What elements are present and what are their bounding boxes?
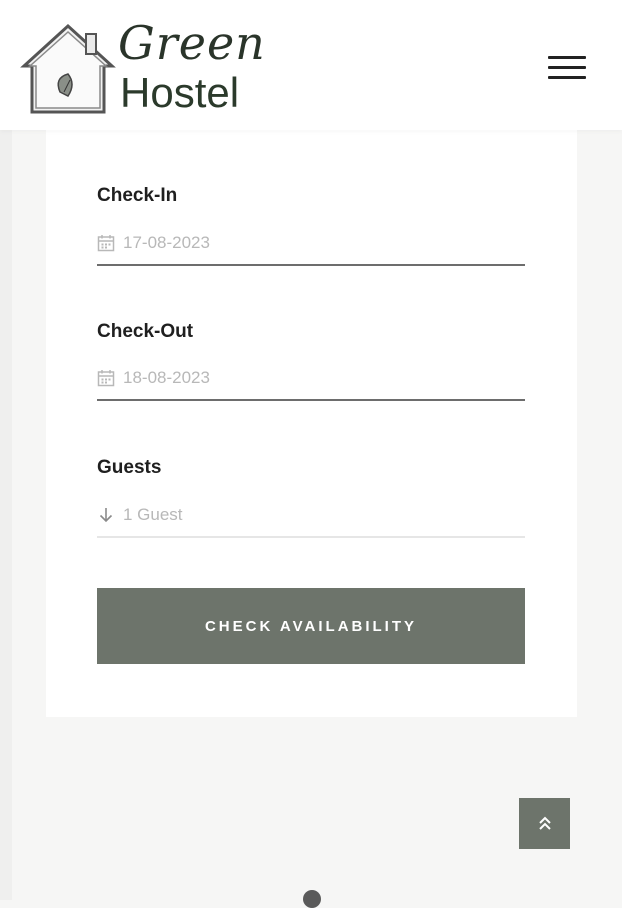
back-to-top-button[interactable]: [519, 798, 570, 849]
check-availability-button[interactable]: CHECK AVAILABILITY: [97, 588, 525, 664]
guests-select[interactable]: 1 Guest: [97, 496, 525, 538]
logo-wordmark-green: Green: [118, 16, 266, 70]
double-chevron-up-icon: [539, 816, 551, 830]
partial-icon: [303, 890, 321, 908]
checkout-date-field[interactable]: 18-08-2023: [97, 359, 525, 401]
checkout-date-value: 18-08-2023: [123, 368, 210, 387]
checkin-date-value: 17-08-2023: [123, 233, 210, 252]
logo-wordmark-hostel: Hostel: [120, 69, 240, 116]
checkin-date-field[interactable]: 17-08-2023: [97, 224, 525, 266]
arrow-down-icon: [99, 508, 113, 523]
site-logo[interactable]: Green Hostel: [20, 14, 270, 118]
hamburger-menu-icon[interactable]: [548, 54, 588, 82]
checkout-label: Check-Out: [97, 321, 194, 342]
calendar-icon: [97, 370, 115, 387]
site-header: Green Hostel: [0, 0, 622, 130]
house-logo-icon: [20, 23, 116, 114]
page-left-edge: [0, 130, 12, 900]
checkin-label: Check-In: [97, 185, 178, 206]
guests-value: 1 Guest: [123, 505, 183, 524]
guests-label: Guests: [97, 457, 162, 478]
calendar-icon: [97, 235, 115, 252]
